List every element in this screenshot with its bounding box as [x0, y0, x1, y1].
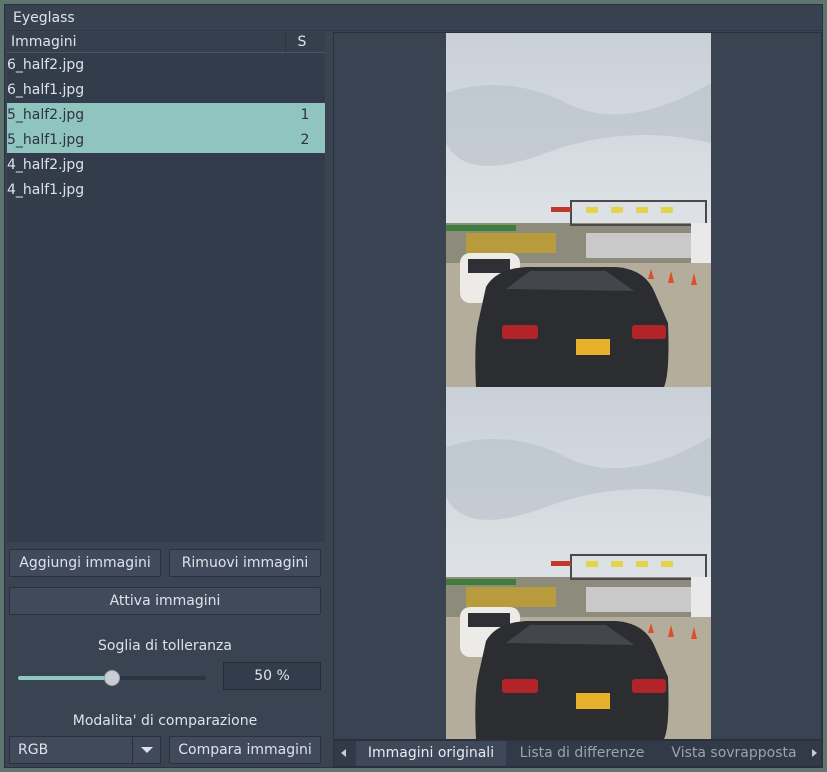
compare-mode-select[interactable]: RGB — [9, 736, 161, 764]
image-viewer — [333, 32, 822, 740]
list-item[interactable]: 6_half1.jpg — [7, 78, 325, 103]
column-header-selection[interactable]: S — [285, 32, 312, 52]
tab-differences-list[interactable]: Lista di differenze — [512, 741, 652, 766]
tolerance-label: Soglia di tolleranza — [98, 638, 232, 654]
compare-images-button[interactable]: Compara immagini — [169, 736, 321, 764]
tab-original-images[interactable]: Immagini originali — [356, 741, 506, 766]
arrow-left-icon[interactable] — [336, 741, 352, 766]
file-name: 6_half2.jpg — [7, 57, 85, 73]
file-name: 5_half2.jpg — [7, 107, 85, 123]
image-list[interactable]: Immagini S 6_half2.jpg 6_half1.jpg 5_half2… — [7, 32, 325, 542]
compare-mode-label: Modalita' di comparazione — [72, 713, 258, 729]
add-images-button[interactable]: Aggiungi immagini — [9, 549, 161, 577]
selection-index: 2 — [300, 132, 310, 148]
file-name: 4_half1.jpg — [7, 182, 85, 198]
file-name: 4_half2.jpg — [7, 157, 85, 173]
arrow-right-icon[interactable] — [806, 741, 822, 766]
original-image-top — [446, 33, 711, 387]
tolerance-value-field[interactable]: 50 % — [223, 662, 321, 690]
list-item[interactable]: 5_half1.jpg 2 — [7, 128, 325, 153]
view-tabs: Immagini originali Lista di differenze V… — [333, 740, 822, 767]
tolerance-slider[interactable] — [18, 670, 206, 686]
file-name: 6_half1.jpg — [7, 82, 85, 98]
chevron-down-icon[interactable] — [141, 747, 153, 753]
file-name: 5_half1.jpg — [7, 132, 85, 148]
activate-images-button[interactable]: Attiva immagini — [9, 587, 321, 615]
list-item[interactable]: 4_half2.jpg — [7, 153, 325, 178]
selection-index: 1 — [300, 107, 310, 123]
list-item[interactable]: 6_half2.jpg — [7, 53, 325, 78]
tab-overlay-view[interactable]: Vista sovrapposta — [664, 741, 804, 766]
column-header-images[interactable]: Immagini — [11, 32, 77, 52]
original-image-bottom — [446, 387, 711, 739]
compare-mode-value: RGB — [18, 742, 49, 758]
remove-images-button[interactable]: Rimuovi immagini — [169, 549, 321, 577]
window-title: Eyeglass — [5, 5, 822, 31]
main-window: Eyeglass Immagini S 6_half2.jpg 6_half1.j… — [4, 4, 823, 768]
list-item[interactable]: 4_half1.jpg — [7, 178, 325, 203]
list-item[interactable]: 5_half2.jpg 1 — [7, 103, 325, 128]
tolerance-slider-handle[interactable] — [104, 670, 120, 686]
list-header: Immagini S — [7, 32, 325, 53]
tolerance-slider-fill — [18, 676, 112, 680]
